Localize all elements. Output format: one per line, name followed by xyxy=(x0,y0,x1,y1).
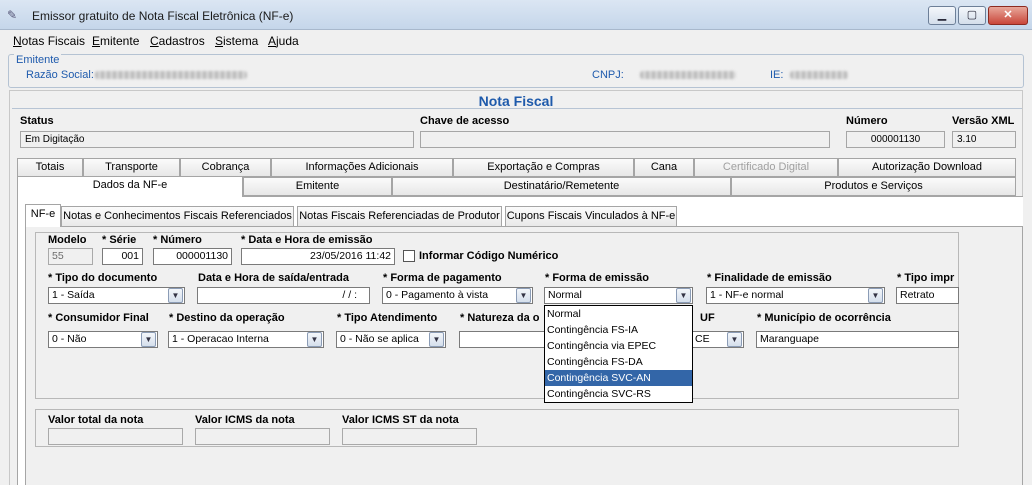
natureza-operacao-input[interactable] xyxy=(459,331,549,348)
ie-redacted xyxy=(790,71,848,79)
status-label: Status xyxy=(20,115,54,127)
tipo-impressao-select[interactable]: Retrato xyxy=(896,287,959,304)
dropdown-option[interactable]: Normal xyxy=(545,306,692,322)
tab-certificado-digital: Certificado Digital xyxy=(694,158,838,177)
consumidor-final-label: * Consumidor Final xyxy=(48,312,149,324)
maximize-button[interactable]: ▢ xyxy=(958,6,986,25)
cnpj-redacted xyxy=(640,71,736,79)
destino-operacao-select[interactable]: 1 - Operacao Interna xyxy=(168,331,324,348)
dropdown-option[interactable]: Contingência FS-DA xyxy=(545,354,692,370)
valor-icms-field xyxy=(195,428,330,445)
numero-nota-field: 000001130 xyxy=(846,131,945,148)
menu-emitente[interactable]: Emitente xyxy=(92,34,139,48)
razao-social-label: Razão Social: xyxy=(26,69,94,81)
dropdown-option[interactable]: Contingência via EPEC xyxy=(545,338,692,354)
natureza-operacao-label: * Natureza da o xyxy=(460,312,540,324)
valor-total-field xyxy=(48,428,183,445)
tab-totais[interactable]: Totais xyxy=(17,158,83,177)
chevron-down-icon[interactable]: ▼ xyxy=(676,288,691,303)
forma-emissao-dropdown: Normal Contingência FS-IA Contingência v… xyxy=(544,305,693,403)
valor-icms-st-label: Valor ICMS ST da nota xyxy=(342,414,459,426)
finalidade-emissao-label: * Finalidade de emissão xyxy=(707,272,832,284)
chevron-down-icon[interactable]: ▼ xyxy=(141,332,156,347)
subtab-notas-conhecimentos[interactable]: Notas e Conhecimentos Fiscais Referencia… xyxy=(61,206,294,227)
tab-emitente[interactable]: Emitente xyxy=(243,177,392,196)
tab-produtos-servicos[interactable]: Produtos e Serviços xyxy=(731,177,1016,196)
numero-input[interactable]: 000001130 xyxy=(153,248,232,265)
menu-ajuda[interactable]: Ajuda xyxy=(268,34,299,48)
modelo-field: 55 xyxy=(48,248,93,265)
tab-exportacao-compras[interactable]: Exportação e Compras xyxy=(453,158,634,177)
chevron-down-icon[interactable]: ▼ xyxy=(516,288,531,303)
chevron-down-icon[interactable]: ▼ xyxy=(168,288,183,303)
chevron-down-icon[interactable]: ▼ xyxy=(429,332,444,347)
title-divider xyxy=(12,108,1022,109)
tab-destinatario-remetente[interactable]: Destinatário/Remetente xyxy=(392,177,731,196)
modelo-label: Modelo xyxy=(48,234,87,246)
subtab-nfe[interactable]: NF-e xyxy=(25,204,61,227)
serie-label: * Série xyxy=(102,234,137,246)
data-emissao-label: * Data e Hora de emissão xyxy=(241,234,373,246)
municipio-label: * Município de ocorrência xyxy=(757,312,891,324)
ie-label: IE: xyxy=(770,69,784,81)
status-field: Em Digitação xyxy=(20,131,414,148)
numero-nota-label: Número xyxy=(846,115,888,127)
codigo-numerico-label: Informar Código Numérico xyxy=(419,250,559,262)
forma-pagamento-select[interactable]: 0 - Pagamento à vista xyxy=(382,287,533,304)
forma-pagamento-label: * Forma de pagamento xyxy=(383,272,502,284)
menu-sistema[interactable]: Sistema xyxy=(215,34,258,48)
tipo-documento-select[interactable]: 1 - Saída xyxy=(48,287,185,304)
finalidade-emissao-select[interactable]: 1 - NF-e normal xyxy=(706,287,885,304)
numero-label: * Número xyxy=(153,234,202,246)
razao-social-redacted xyxy=(95,71,247,79)
window-title: Emissor gratuito de Nota Fiscal Eletrôni… xyxy=(32,9,294,23)
tipo-atendimento-label: * Tipo Atendimento xyxy=(337,312,438,324)
tab-dados-nfe[interactable]: Dados da NF-e xyxy=(17,176,243,197)
chevron-down-icon[interactable]: ▼ xyxy=(727,332,742,347)
chave-acesso-field xyxy=(420,131,830,148)
dropdown-option[interactable]: Contingência SVC-RS xyxy=(545,386,692,402)
tab-informacoes-adicionais[interactable]: Informações Adicionais xyxy=(271,158,453,177)
forma-emissao-label: * Forma de emissão xyxy=(545,272,649,284)
valor-icms-st-field xyxy=(342,428,477,445)
app-icon: ✎ xyxy=(7,8,18,22)
data-saida-input[interactable]: / / : xyxy=(197,287,370,304)
municipio-input[interactable]: Maranguape xyxy=(756,331,959,348)
subtab-cupons-fiscais[interactable]: Cupons Fiscais Vinculados à NF-e xyxy=(505,206,677,227)
cnpj-label: CNPJ: xyxy=(592,69,624,81)
nota-fiscal-title: Nota Fiscal xyxy=(478,93,554,109)
tab-cana[interactable]: Cana xyxy=(634,158,694,177)
menu-notas-fiscais[interactable]: Notas Fiscais xyxy=(13,34,85,48)
tab-autorizacao-download[interactable]: Autorização Download xyxy=(838,158,1016,177)
serie-input[interactable]: 001 xyxy=(102,248,143,265)
minimize-button[interactable]: ▁ xyxy=(928,6,956,25)
menu-cadastros[interactable]: Cadastros xyxy=(150,34,205,48)
emitente-legend: Emitente xyxy=(14,54,62,66)
tipo-documento-label: * Tipo do documento xyxy=(48,272,158,284)
chevron-down-icon[interactable]: ▼ xyxy=(868,288,883,303)
forma-emissao-select[interactable]: Normal xyxy=(544,287,693,304)
chave-acesso-label: Chave de acesso xyxy=(420,115,510,127)
uf-label: UF xyxy=(700,312,715,324)
data-emissao-input[interactable]: 23/05/2016 11:42 xyxy=(241,248,395,265)
valor-total-label: Valor total da nota xyxy=(48,414,144,426)
dropdown-option-selected[interactable]: Contingência SVC-AN xyxy=(545,370,692,386)
codigo-numerico-checkbox[interactable] xyxy=(403,250,415,262)
tab-transporte[interactable]: Transporte xyxy=(83,158,180,177)
subtab-notas-produtor[interactable]: Notas Fiscais Referenciadas de Produtor xyxy=(297,206,502,227)
chevron-down-icon[interactable]: ▼ xyxy=(307,332,322,347)
destino-operacao-label: * Destino da operação xyxy=(169,312,285,324)
versao-xml-field: 3.10 xyxy=(952,131,1016,148)
data-saida-label: Data e Hora de saída/entrada xyxy=(198,272,350,284)
close-button[interactable]: ✕ xyxy=(988,6,1028,25)
valor-icms-label: Valor ICMS da nota xyxy=(195,414,295,426)
tab-cobranca[interactable]: Cobrança xyxy=(180,158,271,177)
dropdown-option[interactable]: Contingência FS-IA xyxy=(545,322,692,338)
tipo-impressao-label: * Tipo impr xyxy=(897,272,955,284)
versao-xml-label: Versão XML xyxy=(952,115,1015,127)
